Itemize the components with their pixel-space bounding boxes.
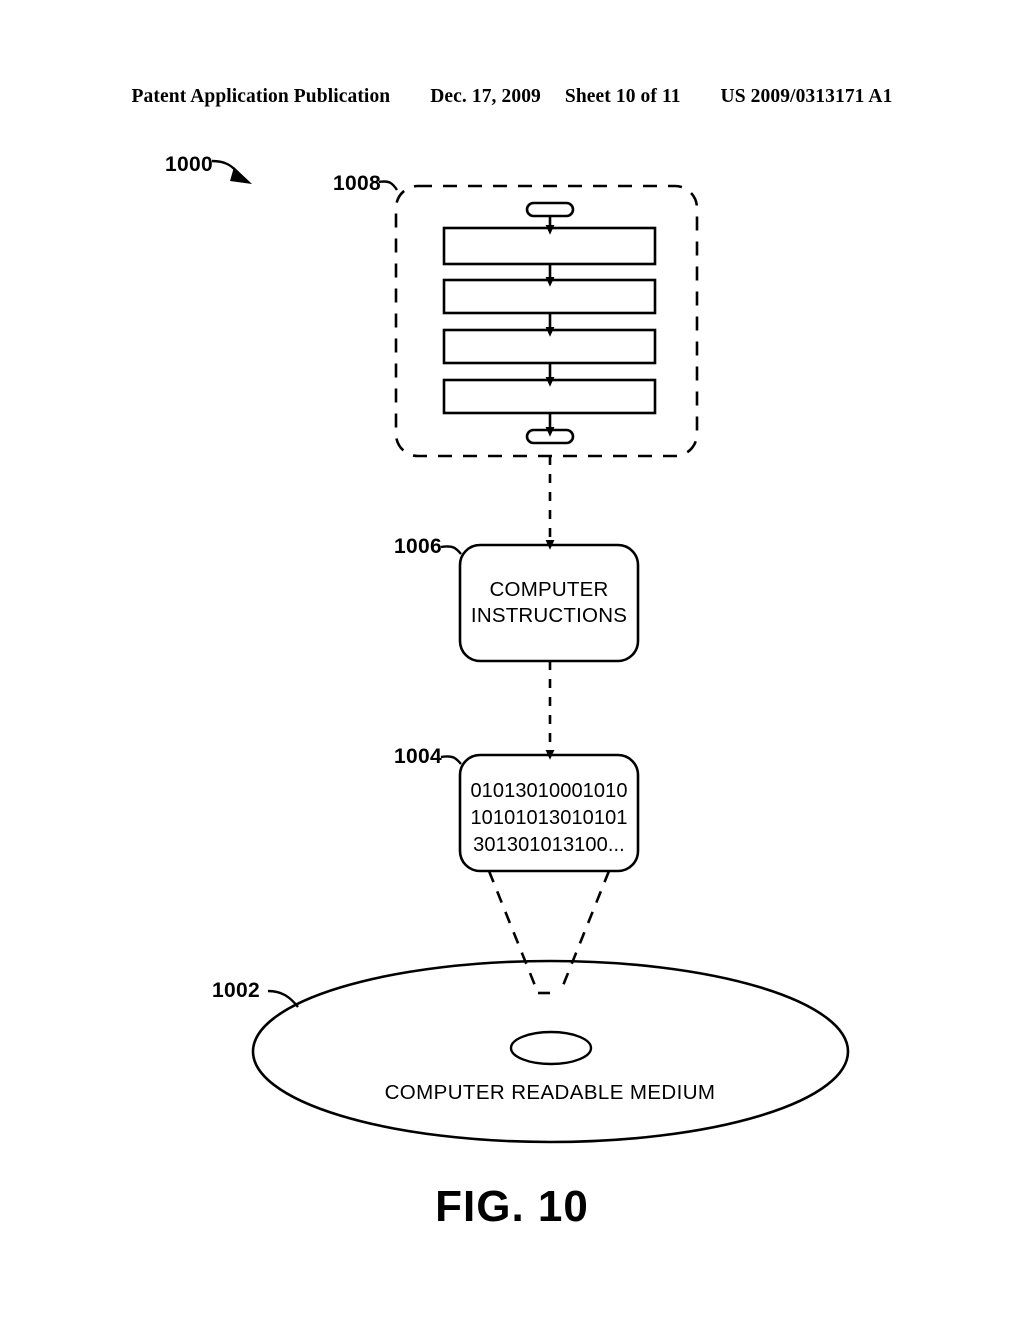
encoded-data-label: 01013010001010 10101013010101 3013010131… <box>460 778 638 859</box>
flowchart-step-box-1 <box>442 226 657 266</box>
ref-1006-leader <box>440 545 462 555</box>
ref-1004-leader <box>440 755 462 765</box>
figure-drawing <box>211 159 850 1144</box>
flowchart-end-terminator <box>525 428 575 445</box>
instructions-line-1: COMPUTER <box>489 578 609 601</box>
encoded-data-line-1: 01013010001010 <box>470 780 628 802</box>
disc-center-hole <box>509 1030 593 1066</box>
encoded-data-line-3: 301301013100... <box>473 834 625 856</box>
computer-instructions-label: COMPUTER INSTRUCTIONS <box>460 577 638 629</box>
ref-label-1002: 1002 <box>212 979 260 1002</box>
patent-figure: 1000 1008 1006 1004 1002 COMPUTER INSTRU… <box>0 0 1024 1320</box>
flowchart-step-box-2 <box>442 278 657 315</box>
ref-1000-leader <box>211 159 252 184</box>
flowchart-step-box-4 <box>442 378 657 415</box>
computer-readable-medium-label: COMPUTER READABLE MEDIUM <box>384 1081 716 1104</box>
flowchart-group-boundary <box>394 184 699 458</box>
ref-1008-leader <box>378 180 398 191</box>
ref-label-1008: 1008 <box>333 172 381 195</box>
computer-readable-medium-disc <box>251 959 850 1144</box>
ref-label-1000: 1000 <box>165 153 213 176</box>
instructions-line-2: INSTRUCTIONS <box>470 604 628 627</box>
flowchart-start-terminator <box>525 201 575 218</box>
flowchart-step-box-3 <box>442 328 657 365</box>
ref-label-1006: 1006 <box>394 535 442 558</box>
encoded-data-line-2: 10101013010101 <box>470 807 628 829</box>
encoded-data-projection-lines <box>487 870 611 995</box>
ref-label-1004: 1004 <box>394 745 442 768</box>
figure-caption: FIG. 10 <box>435 1182 589 1231</box>
